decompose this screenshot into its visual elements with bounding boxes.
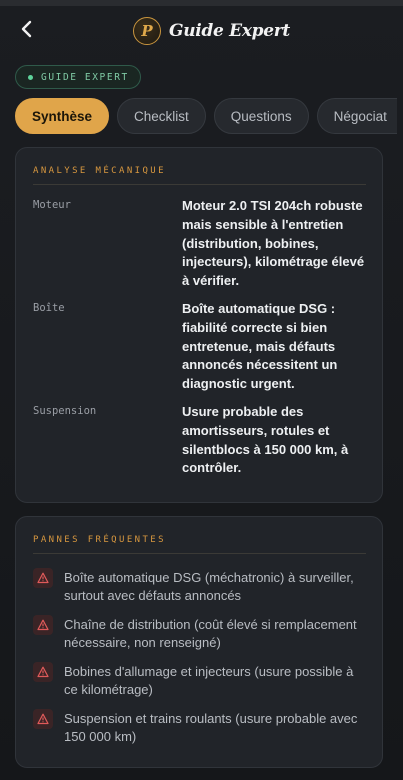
- tab-label: Questions: [230, 108, 292, 124]
- warning-triangle-icon: [33, 615, 53, 635]
- tab-bar: Synthèse Checklist Questions Négociat: [15, 98, 403, 134]
- header-title-group: P Guide Expert: [133, 16, 290, 46]
- issue-text: Suspension et trains roulants (usure pro…: [64, 711, 358, 744]
- row-value: Usure probable des amortisseurs, rotules…: [182, 404, 349, 476]
- tab-label: Négociat: [333, 108, 387, 124]
- guide-expert-badge: GUIDE EXPERT: [15, 65, 141, 89]
- logo-letter: P: [141, 22, 153, 40]
- badge-label: GUIDE EXPERT: [41, 71, 129, 83]
- issue-text: Chaîne de distribution (coût élevé si re…: [64, 617, 357, 650]
- logo-icon: P: [133, 17, 161, 45]
- row-key: Suspension: [33, 405, 97, 417]
- section-title: ANALYSE MÉCANIQUE: [33, 166, 166, 176]
- app-header: P Guide Expert: [0, 6, 403, 56]
- tab-label: Synthèse: [32, 108, 93, 124]
- warning-triangle-icon: [33, 568, 53, 588]
- issue-text: Bobines d'allumage et injecteurs (usure …: [64, 664, 354, 697]
- analyse-mecanique-card: ANALYSE MÉCANIQUE Moteur Moteur 2.0 TSI …: [15, 147, 383, 503]
- row-key: Boîte: [33, 302, 65, 314]
- page-title: Guide Expert: [169, 21, 290, 41]
- tab-synthese[interactable]: Synthèse: [15, 98, 110, 134]
- row-key: Moteur: [33, 199, 71, 211]
- pannes-frequentes-card: PANNES FRÉQUENTES Boîte automatique DSG …: [15, 516, 383, 768]
- row-value: Moteur 2.0 TSI 204ch robuste mais sensib…: [182, 198, 365, 289]
- tab-questions[interactable]: Questions: [213, 98, 309, 134]
- tab-label: Checklist: [134, 108, 189, 124]
- section-divider: [33, 184, 366, 185]
- row-value: Boîte automatique DSG : fiabilité correc…: [182, 301, 338, 392]
- status-dot-icon: [28, 74, 33, 80]
- warning-triangle-icon: [33, 662, 53, 682]
- chevron-left-icon: [21, 20, 32, 38]
- issue-text: Boîte automatique DSG (méchatronic) à su…: [64, 570, 354, 603]
- tab-negociation[interactable]: Négociat: [316, 98, 397, 134]
- section-title: PANNES FRÉQUENTES: [33, 535, 166, 545]
- tab-checklist[interactable]: Checklist: [117, 98, 206, 134]
- warning-triangle-icon: [33, 709, 53, 729]
- back-button[interactable]: [16, 18, 38, 40]
- section-divider: [33, 553, 366, 554]
